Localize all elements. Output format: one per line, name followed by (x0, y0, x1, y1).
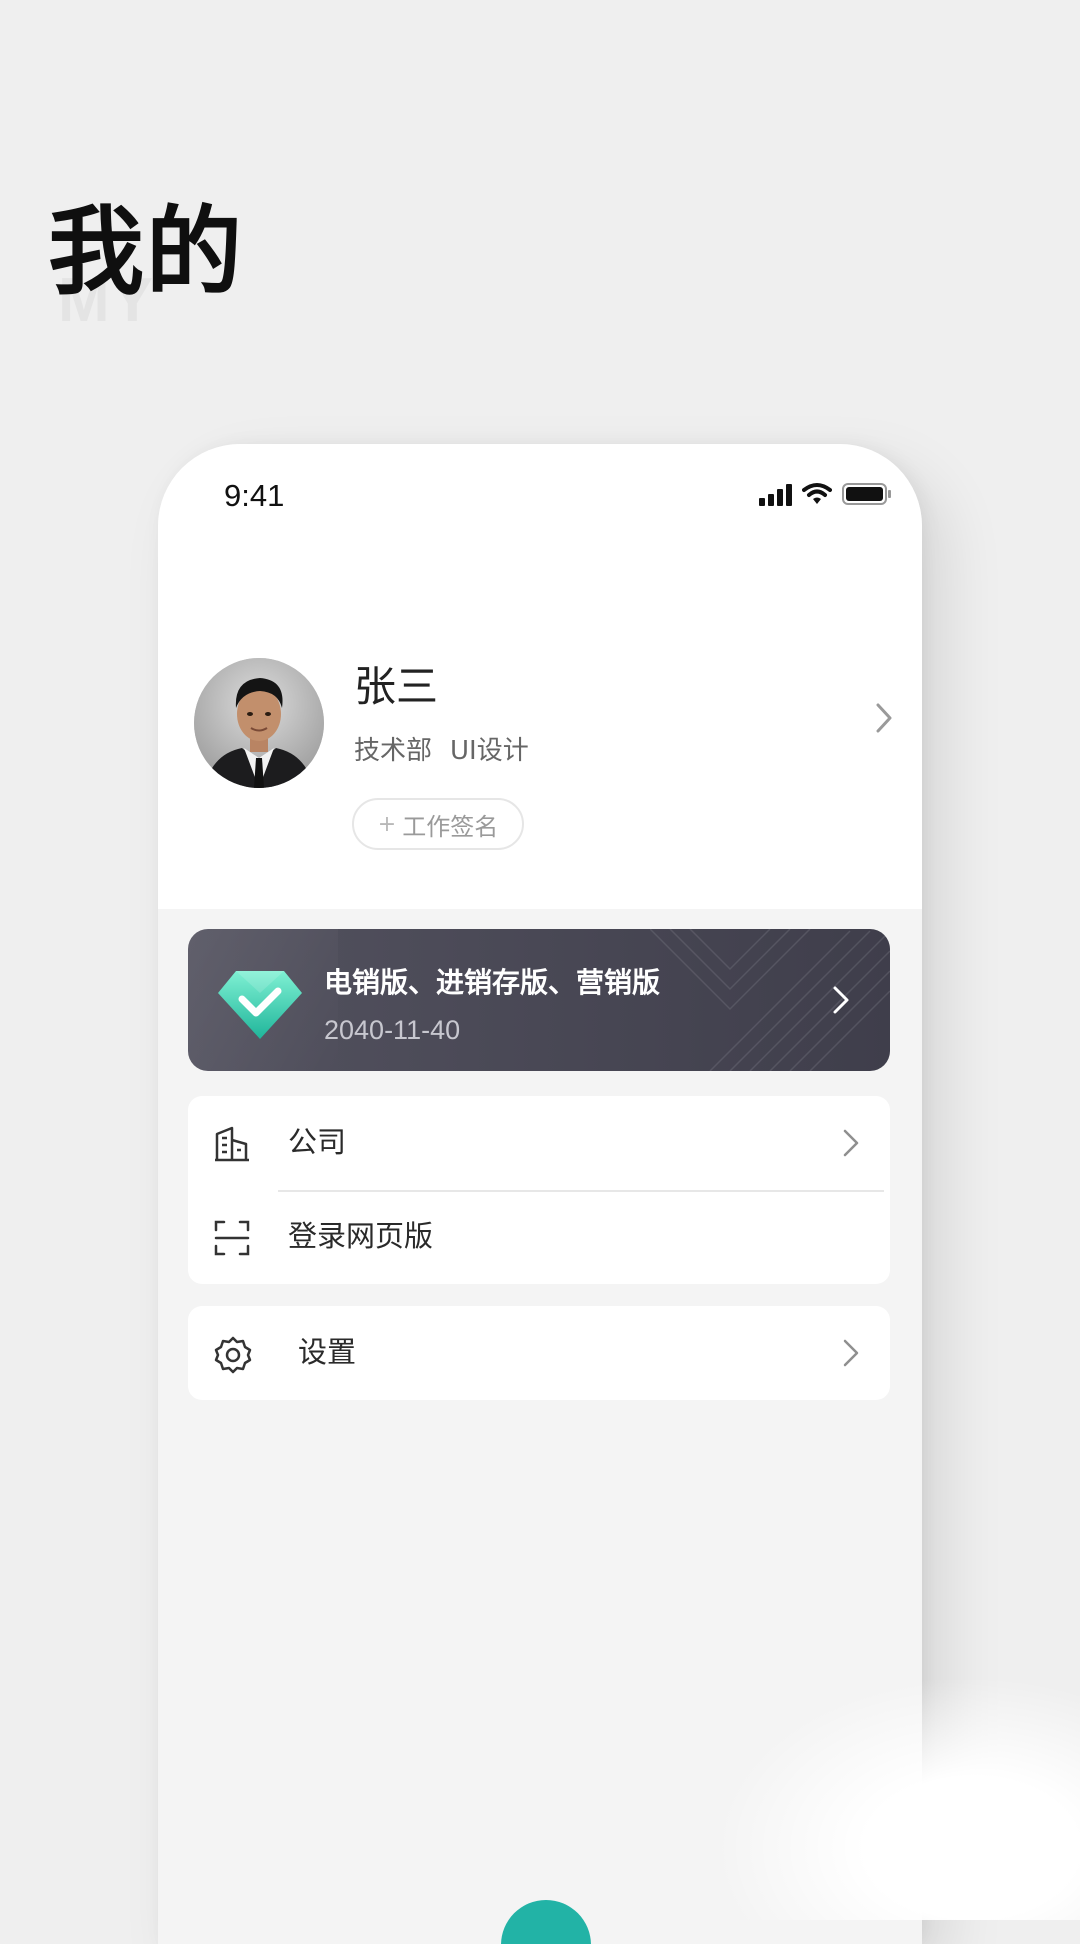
menu-group-1: 公司 登录网页版 (188, 1096, 890, 1284)
scan-icon (214, 1220, 250, 1256)
avatar[interactable] (194, 658, 324, 788)
plan-date: 2040-11-40 (324, 1015, 461, 1045)
menu-item-settings[interactable]: 设置 (188, 1306, 890, 1400)
menu-label-settings: 设置 (298, 1335, 357, 1369)
battery-icon (842, 483, 891, 505)
menu-item-web-login[interactable]: 登录网页版 (188, 1190, 890, 1284)
chevron-right-icon (843, 1129, 859, 1157)
wifi-icon (802, 483, 832, 504)
work-signature-button[interactable]: + 工作签名 (352, 798, 524, 850)
work-signature-label: 工作签名 (402, 812, 499, 841)
chevron-right-icon[interactable] (874, 702, 894, 734)
user-department: 技术部 (354, 736, 433, 766)
menu-label-web-login: 登录网页版 (288, 1219, 434, 1253)
plan-card[interactable]: 电销版、进销存版、营销版 2040-11-40 (188, 929, 890, 1071)
user-name: 张三 (354, 662, 439, 711)
page-title: 我的 (48, 196, 244, 308)
building-icon (215, 1126, 249, 1162)
user-role: UI设计 (450, 736, 529, 766)
chevron-right-icon[interactable] (832, 985, 850, 1015)
gear-icon (214, 1336, 252, 1374)
status-time: 9:41 (224, 478, 285, 513)
status-icons (759, 480, 892, 506)
diamond-check-icon (218, 971, 302, 1039)
signal-icon (759, 484, 792, 506)
menu-item-company[interactable]: 公司 (188, 1096, 890, 1192)
menu-label-company: 公司 (288, 1125, 347, 1159)
plus-icon: + (377, 811, 397, 837)
corner-fade (720, 1680, 1080, 1920)
plan-title: 电销版、进销存版、营销版 (324, 966, 661, 999)
chevron-right-icon (843, 1339, 859, 1367)
tab-bar-center-button[interactable] (501, 1900, 591, 1944)
menu-group-2: 设置 (188, 1306, 890, 1400)
user-department-role: 技术部 UI设计 (354, 738, 529, 764)
card-pattern (650, 929, 890, 1071)
